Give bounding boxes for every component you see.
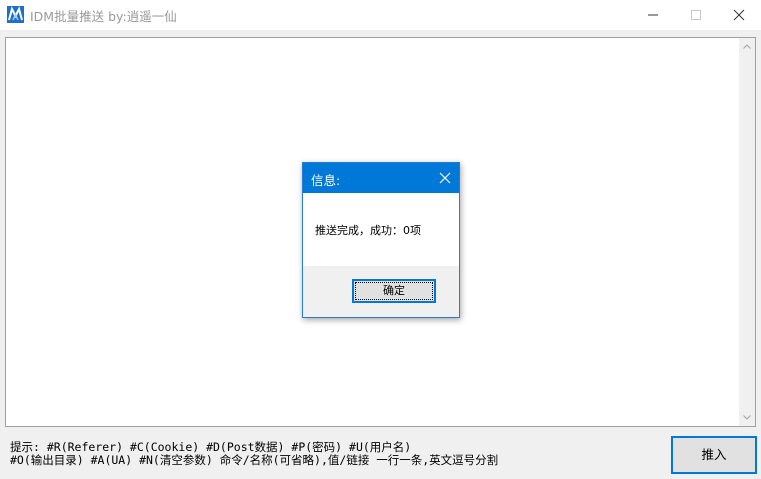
minimize-icon: [648, 14, 658, 16]
close-icon: [439, 172, 451, 184]
scroll-up-button[interactable]: [739, 38, 755, 55]
focus-ring: [355, 282, 433, 300]
scroll-down-button[interactable]: [739, 409, 755, 426]
chevron-down-icon: [743, 415, 751, 420]
maximize-icon: [691, 10, 701, 20]
title-bar[interactable]: IDM批量推送 by:逍遥一仙: [0, 0, 761, 30]
close-icon: [733, 9, 745, 21]
push-button[interactable]: 推入: [671, 436, 757, 474]
hint-line-2: #O(输出目录) #A(UA) #N(清空参数) 命令/名称(可省略),值/链接…: [10, 453, 499, 467]
ok-button[interactable]: 确定: [352, 279, 436, 303]
chevron-up-icon: [743, 44, 751, 49]
info-dialog: 信息: 推送完成，成功：0项 确定: [302, 162, 460, 318]
minimize-button[interactable]: [630, 0, 676, 30]
maximize-button[interactable]: [673, 0, 719, 30]
app-logo-icon: [7, 6, 24, 23]
dialog-body: 推送完成，成功：0项: [303, 193, 459, 266]
dialog-title-bar[interactable]: 信息:: [303, 163, 459, 193]
dialog-close-button[interactable]: [431, 163, 459, 193]
window-title: IDM批量推送 by:逍遥一仙: [30, 9, 177, 24]
close-button[interactable]: [716, 0, 761, 30]
main-window: IDM批量推送 by:逍遥一仙 提示: #R(Referer) #C(Cooki…: [0, 0, 761, 479]
vertical-scrollbar[interactable]: [739, 38, 755, 426]
dialog-title: 信息:: [311, 173, 341, 188]
dialog-message: 推送完成，成功：0项: [315, 224, 421, 237]
